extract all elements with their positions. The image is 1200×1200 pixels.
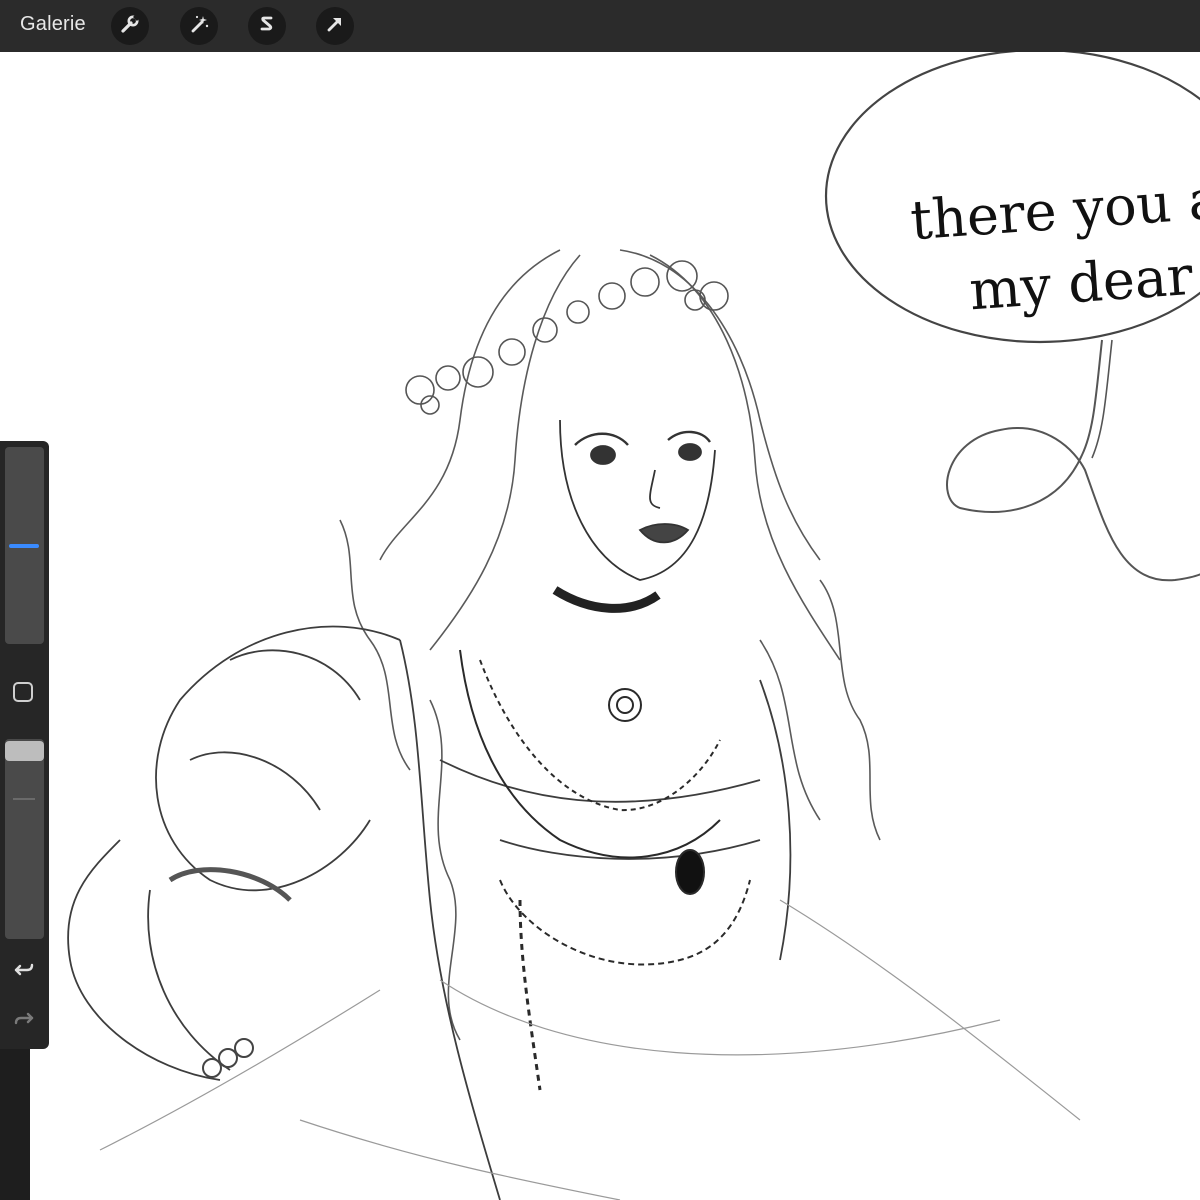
modifier-square-icon[interactable]: [13, 682, 33, 702]
arrow-cursor-icon: [324, 13, 346, 40]
speech-bubble: [824, 52, 1200, 582]
top-toolbar: Galerie: [0, 0, 1200, 53]
redo-button[interactable]: [11, 1005, 37, 1031]
flower-crown: [405, 260, 729, 415]
face: [552, 419, 716, 613]
hair-lines: [339, 249, 881, 1041]
brush-sidebar: [0, 441, 49, 1049]
actions-button[interactable]: [111, 7, 149, 45]
sleeve-and-bodice: [67, 625, 792, 1200]
transform-button[interactable]: [316, 7, 354, 45]
undo-arrow-icon: [11, 963, 37, 987]
brush-opacity-slider[interactable]: [5, 739, 44, 939]
magic-wand-icon: [188, 13, 210, 40]
sketch-artwork: [67, 52, 1200, 1200]
wrench-icon: [119, 13, 141, 40]
opacity-tick-mark: [13, 798, 35, 800]
selection-s-icon: [256, 13, 278, 40]
undo-button[interactable]: [11, 957, 37, 983]
necklaces: [459, 649, 751, 1091]
redo-arrow-icon: [11, 1012, 37, 1035]
skirt-lines: [99, 899, 1081, 1200]
drawing-canvas[interactable]: there you ar my dear !: [0, 52, 1200, 1200]
sidebar-handle-strip: [0, 1049, 30, 1200]
gallery-button[interactable]: Galerie: [20, 13, 86, 36]
brush-opacity-thumb[interactable]: [5, 741, 44, 761]
adjustments-button[interactable]: [180, 7, 218, 45]
brush-size-thumb[interactable]: [9, 543, 39, 548]
selection-button[interactable]: [248, 7, 286, 45]
